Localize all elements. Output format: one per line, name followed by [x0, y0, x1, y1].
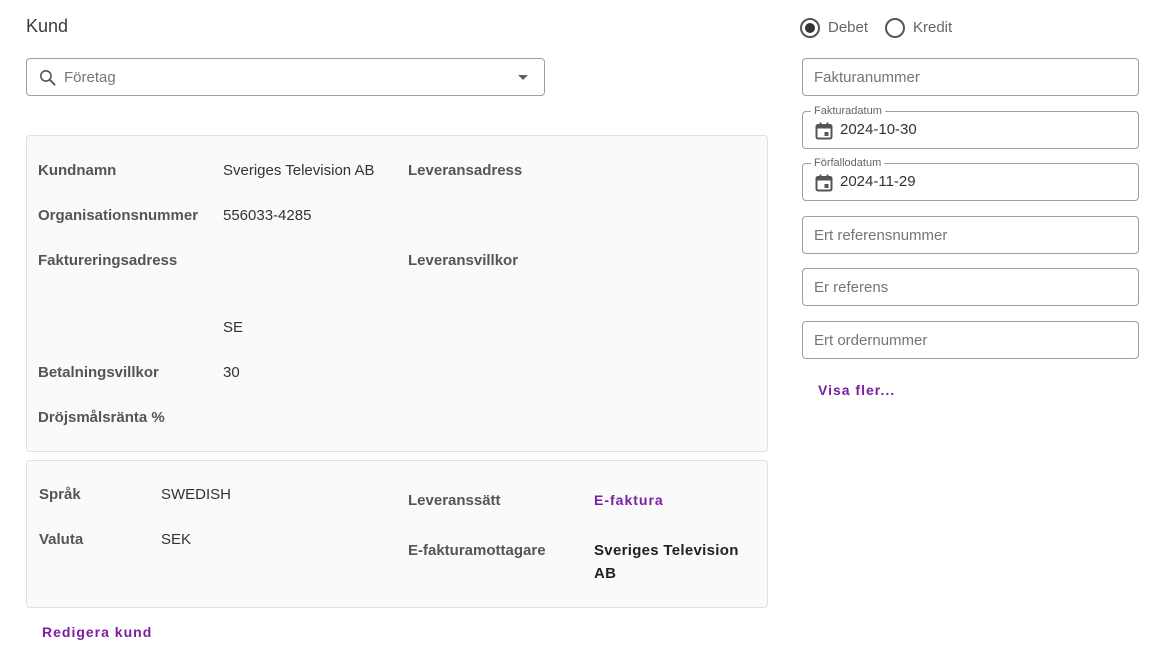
- customer-settings-card: Språk SWEDISH Valuta SEK Leveranssätt E-…: [26, 460, 768, 608]
- delivery-address-label: Leveransadress: [408, 162, 523, 179]
- interest-rate-label: Dröjsmålsränta %: [38, 409, 165, 426]
- invoice-date-value: 2024-10-30: [840, 121, 917, 138]
- delivery-terms-label: Leveransvillkor: [408, 252, 519, 269]
- org-number-label: Organisationsnummer: [38, 207, 199, 224]
- payment-terms-label: Betalningsvillkor: [38, 364, 159, 381]
- show-more-link[interactable]: Visa fler...: [818, 382, 895, 398]
- invoice-date-field[interactable]: Fakturadatum 2024-10-30: [802, 105, 1139, 149]
- delivery-method-label: Leveranssätt: [408, 492, 501, 509]
- due-date-label: Förfallodatum: [811, 157, 885, 169]
- debet-radio-label[interactable]: Debet: [828, 19, 868, 36]
- search-icon: [39, 69, 56, 86]
- company-search-select[interactable]: Företag: [26, 58, 545, 96]
- kredit-radio[interactable]: [885, 18, 905, 38]
- einvoice-recipient-value: Sveriges Television AB: [594, 542, 739, 582]
- delivery-method-link[interactable]: E-faktura: [594, 492, 664, 508]
- currency-value: SEK: [161, 531, 192, 548]
- our-reference-placeholder: Er referens: [814, 279, 889, 296]
- customer-name-value: Sveriges Television AB: [223, 162, 375, 179]
- due-date-value: 2024-11-29: [840, 173, 916, 190]
- your-reference-number-field[interactable]: Ert referensnummer: [802, 216, 1139, 254]
- due-date-field[interactable]: Förfallodatum 2024-11-29: [802, 157, 1139, 201]
- our-reference-field[interactable]: Er referens: [802, 268, 1139, 306]
- invoice-number-placeholder: Fakturanummer: [814, 69, 920, 86]
- edit-customer-link[interactable]: Redigera kund: [42, 624, 152, 640]
- einvoice-recipient-label: E-fakturamottagare: [408, 542, 546, 559]
- your-reference-number-placeholder: Ert referensnummer: [814, 227, 948, 244]
- debet-radio[interactable]: [800, 18, 820, 38]
- billing-country-value: SE: [223, 319, 244, 336]
- calendar-icon[interactable]: [815, 174, 833, 192]
- org-number-value: 556033-4285: [223, 207, 312, 224]
- calendar-icon[interactable]: [815, 122, 833, 140]
- payment-terms-value: 30: [223, 364, 240, 381]
- language-value: SWEDISH: [161, 486, 232, 503]
- your-order-number-field[interactable]: Ert ordernummer: [802, 321, 1139, 359]
- customer-name-label: Kundnamn: [38, 162, 117, 179]
- invoice-date-label: Fakturadatum: [811, 105, 885, 117]
- kredit-radio-label[interactable]: Kredit: [913, 19, 952, 36]
- currency-label: Valuta: [39, 531, 84, 548]
- invoice-number-field[interactable]: Fakturanummer: [802, 58, 1139, 96]
- language-label: Språk: [39, 486, 81, 503]
- company-search-placeholder: Företag: [64, 69, 116, 86]
- chevron-down-icon[interactable]: [518, 75, 528, 80]
- billing-address-label: Faktureringsadress: [38, 252, 178, 269]
- your-order-number-placeholder: Ert ordernummer: [814, 332, 928, 349]
- customer-details-card: Kundnamn Sveriges Television AB Leverans…: [26, 135, 768, 452]
- customer-section-title: Kund: [26, 16, 69, 36]
